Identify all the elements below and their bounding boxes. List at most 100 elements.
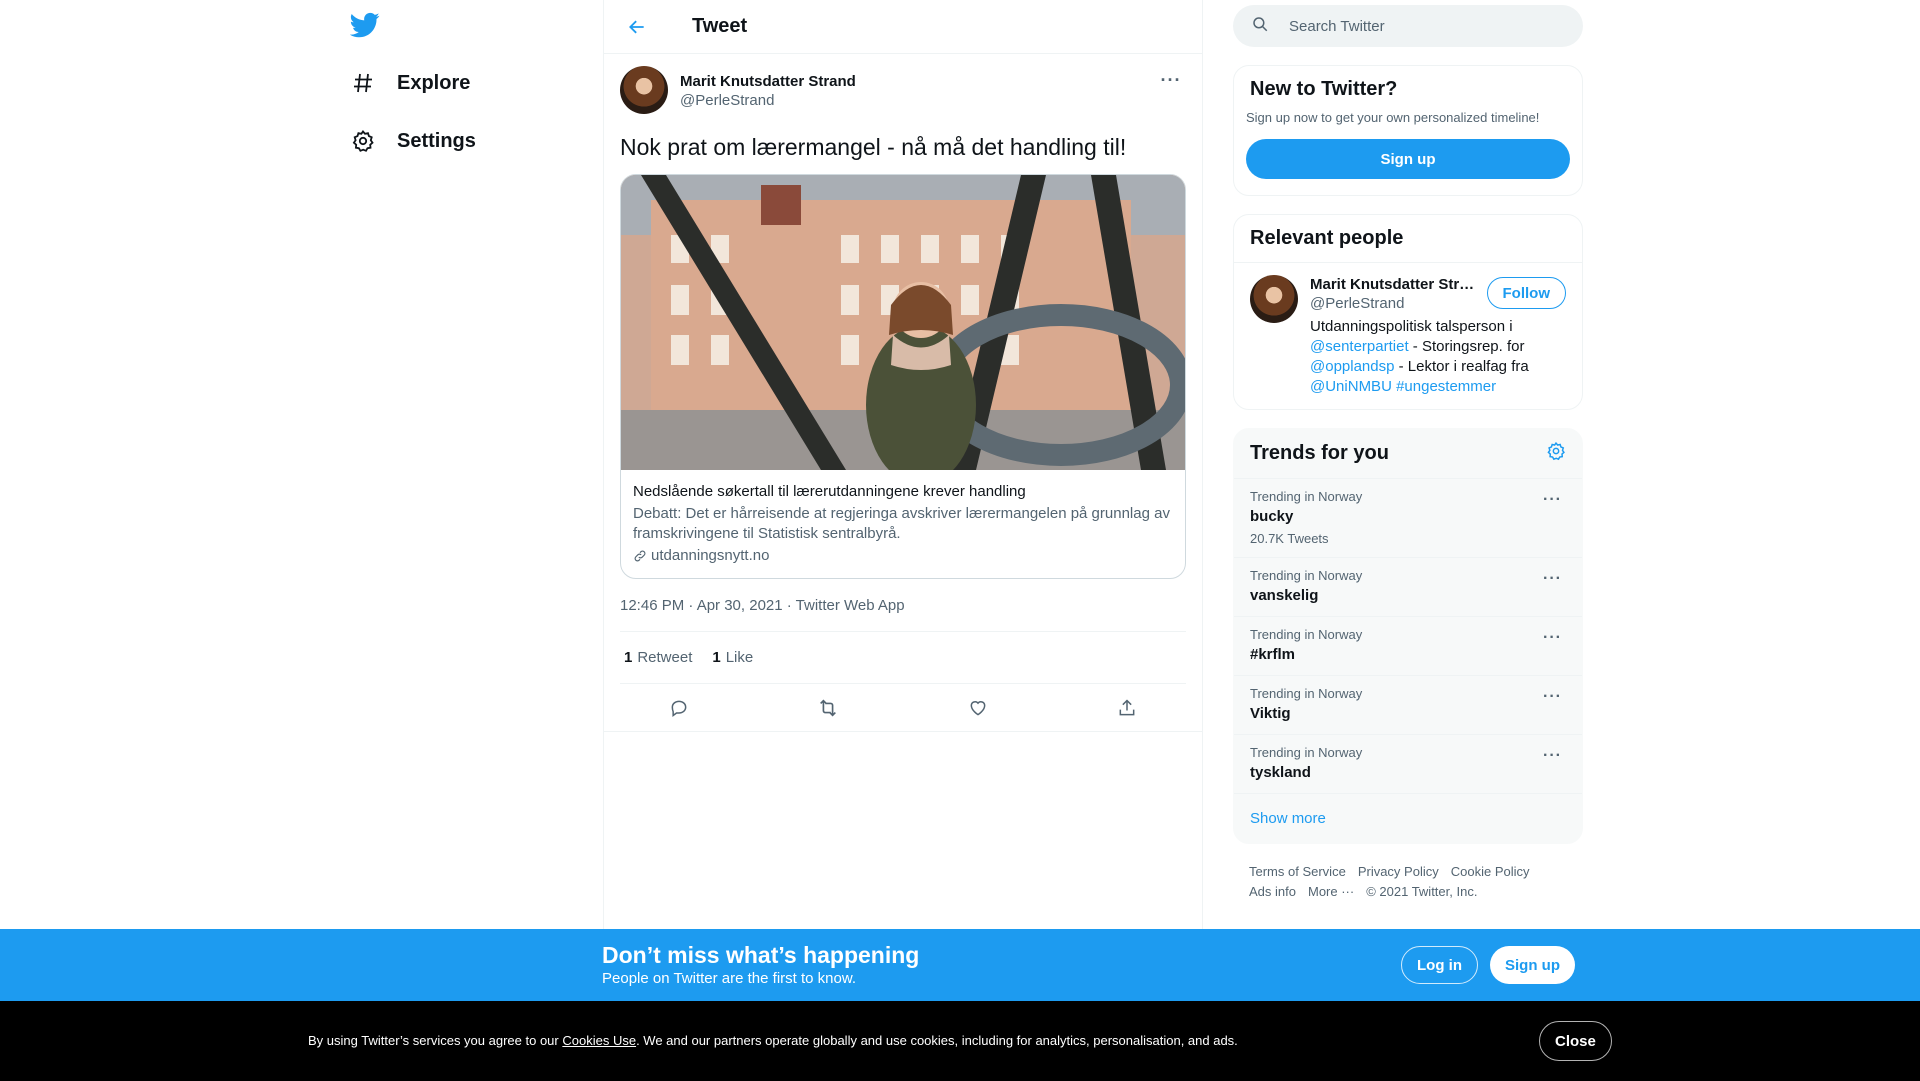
trend-name: tyskland [1250,764,1311,781]
tweet: Marit Knutsdatter Strand @PerleStrand ··… [604,54,1202,732]
author-handle[interactable]: @PerleStrand [680,91,856,110]
bio-text: Utdanningspolitisk talsperson i [1310,318,1513,335]
bio-link[interactable]: @opplandsp [1310,358,1394,375]
retweet-icon[interactable] [808,688,848,728]
tweet-text: Nok prat om lærermangel - nå må det hand… [620,134,1127,160]
trend-meta: Trending in Norway [1250,627,1363,642]
trend-name: #krflm [1250,646,1296,663]
more-options-icon[interactable]: ··· [1156,70,1186,94]
twitter-logo-icon[interactable] [349,10,380,40]
like-label: Like [725,649,754,666]
more-options-icon[interactable]: ··· [1543,747,1562,765]
tweet-header: Marit Knutsdatter Strand @PerleStrand ··… [620,66,1186,116]
reply-icon[interactable] [659,688,699,728]
link-card[interactable]: Nedslående søkertall til lærerutdanninge… [620,174,1186,579]
new-to-twitter-subtitle: Sign up now to get your own personalized… [1246,110,1540,125]
cookies-use-link[interactable]: Cookies Use [562,1033,636,1048]
trends-title: Trends for you [1250,442,1389,464]
card-domain-text: utdanningsnytt.no [651,547,770,564]
main-header: Tweet [604,0,1202,54]
nav-settings-label: Settings [397,129,476,152]
login-button[interactable]: Log in [1401,946,1478,984]
banner-subtitle: People on Twitter are the first to know. [602,970,857,987]
search-input[interactable] [1289,17,1549,35]
trend-name: vanskelig [1250,587,1319,604]
trend-item[interactable]: Trending in Norway Viktig ··· [1234,675,1582,734]
more-options-icon[interactable]: ··· [1543,629,1562,647]
relevant-people-box: Relevant people Marit Knutsdatter Str… @… [1233,214,1583,410]
signup-button[interactable]: Sign up [1246,139,1570,179]
trend-count: 20.7K Tweets [1250,531,1329,546]
show-more-link[interactable]: Show more [1234,793,1582,843]
cookie-text: By using Twitter’s services you agree to… [308,1033,1238,1048]
trend-item[interactable]: Trending in Norway vanskelig ··· [1234,557,1582,616]
cookie-text-before: By using Twitter’s services you agree to… [308,1033,563,1048]
trend-meta: Trending in Norway [1250,489,1363,504]
signup-banner: Don’t miss what’s happening People on Tw… [0,929,1920,1001]
gear-icon[interactable] [1546,441,1566,466]
nav-explore-label: Explore [397,71,471,94]
relevant-people-title: Relevant people [1250,227,1404,249]
banner-signup-button[interactable]: Sign up [1490,946,1575,984]
more-options-icon[interactable]: ··· [1543,570,1562,588]
tweet-author[interactable]: Marit Knutsdatter Strand @PerleStrand [680,72,856,110]
more-options-icon[interactable]: ··· [1543,688,1562,706]
trend-meta: Trending in Norway [1250,686,1363,701]
follow-button[interactable]: Follow [1486,277,1566,309]
footer-links: Terms of Service Privacy Policy Cookie Pol… [1233,844,1583,902]
back-arrow-icon[interactable] [622,12,652,42]
footer-terms-link[interactable]: Terms of Service [1249,862,1346,882]
nav-explore[interactable]: Explore [350,63,470,103]
trend-meta: Trending in Norway [1250,568,1363,583]
tweet-timestamp[interactable]: 12:46 PM · Apr 30, 2021 · Twitter Web Ap… [620,597,1186,631]
more-options-icon[interactable]: ··· [1543,491,1562,509]
tweet-stats: 1 Retweet 1 Like [620,631,1186,684]
page-title: Tweet [692,15,748,37]
hashtag-icon [350,70,376,96]
footer-copyright: © 2021 Twitter, Inc. [1366,884,1478,899]
footer-cookie-link[interactable]: Cookie Policy [1451,862,1530,882]
footer-privacy-link[interactable]: Privacy Policy [1358,862,1439,882]
retweet-stat[interactable]: 1 Retweet [624,649,692,666]
link-icon [633,549,647,563]
gear-icon [350,128,376,154]
footer-ads-link[interactable]: Ads info [1249,882,1296,902]
search-icon [1251,15,1269,38]
author-name[interactable]: Marit Knutsdatter Strand [680,72,856,91]
cookie-close-button[interactable]: Close [1539,1021,1612,1061]
like-stat[interactable]: 1 Like [712,649,753,666]
like-count: 1 [712,649,721,666]
cookie-bar: By using Twitter’s services you agree to… [0,1001,1920,1081]
avatar[interactable] [620,66,668,114]
tweet-actions [604,684,1202,732]
bio-link[interactable]: @UniNMBU [1310,378,1392,395]
person-card[interactable]: Marit Knutsdatter Str… @PerleStrand Utda… [1234,263,1582,409]
cookie-text-after: . We and our partners operate globally a… [636,1033,1238,1048]
person-bio: Utdanningspolitisk talsperson i @senterpa… [1310,317,1535,397]
bio-text: - Lektor i realfag fra [1394,358,1529,375]
person-name[interactable]: Marit Knutsdatter Str… [1310,275,1475,294]
trend-meta: Trending in Norway [1250,745,1363,760]
trend-item[interactable]: Trending in Norway #krflm ··· [1234,616,1582,675]
trends-header: Trends for you [1234,429,1582,478]
trend-name: Viktig [1250,705,1291,722]
search-box[interactable] [1233,5,1583,47]
footer-more-link[interactable]: More ··· [1308,882,1354,902]
card-description: Debatt: Det er hårreisende at regjeringa… [633,505,1170,542]
banner-title: Don’t miss what’s happening [602,942,920,968]
card-image [621,175,1185,470]
bio-text: - Storingsrep. for [1408,338,1525,355]
new-to-twitter-title: New to Twitter? [1250,78,1398,100]
trend-item[interactable]: Trending in Norway tyskland ··· [1234,734,1582,793]
trend-name: bucky [1250,508,1294,525]
main-column: Tweet Marit Knutsdatter Strand @PerleStr… [603,0,1203,930]
heart-icon[interactable] [958,688,998,728]
share-icon[interactable] [1107,688,1147,728]
retweet-count: 1 [624,649,633,666]
trend-item[interactable]: Trending in Norway bucky 20.7K Tweets ··… [1234,478,1582,557]
avatar[interactable] [1250,275,1298,323]
bio-link[interactable]: #ungestemmer [1396,378,1496,395]
nav-settings[interactable]: Settings [350,121,476,161]
bio-link[interactable]: @senterpartiet [1310,338,1409,355]
right-sidebar: New to Twitter? Sign up now to get your … [1233,0,1583,902]
